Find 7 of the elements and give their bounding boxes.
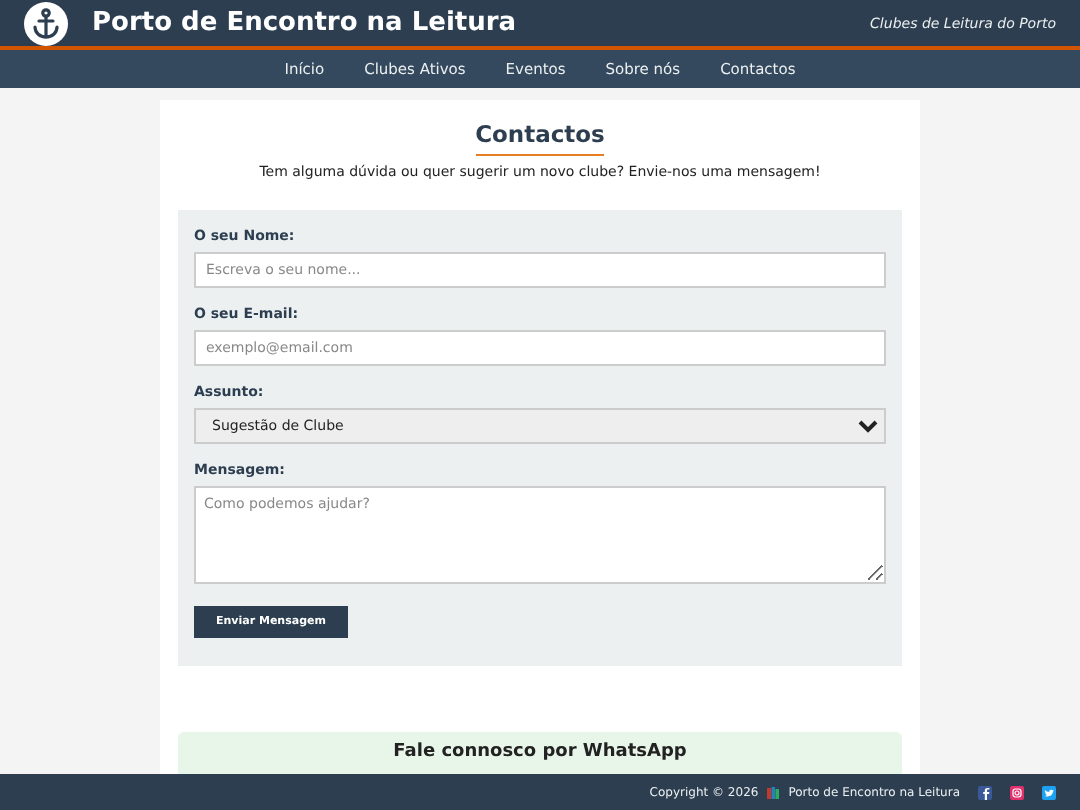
books-icon [766,785,781,799]
page-title: Contactos [475,120,605,156]
site-title: Porto de Encontro na Leitura [92,8,519,38]
instagram-icon[interactable] [1010,785,1024,799]
facebook-icon[interactable] [978,785,992,799]
twitter-icon[interactable] [1042,785,1056,799]
whatsapp-title: Fale connosco por WhatsApp [393,742,687,762]
